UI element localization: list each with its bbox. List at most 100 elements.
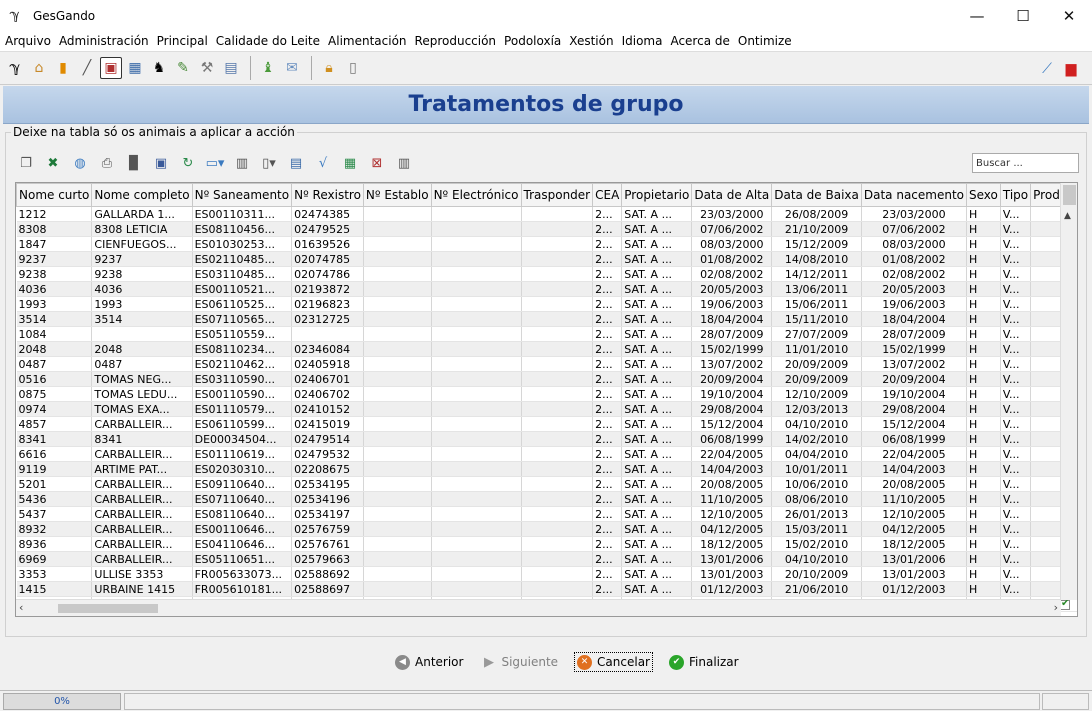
column-header[interactable]: Sexo xyxy=(966,183,1001,207)
tools-icon[interactable]: ⚒ xyxy=(196,57,218,79)
menu-calidade-leite[interactable]: Calidade do Leite xyxy=(216,34,320,48)
table-row[interactable]: 3353 ULLISE 3353 FR005633073... 02588692 2..… xyxy=(16,566,1077,582)
table-row[interactable]: 0516 TOMAS NEG... ES03110590... 02406701 2..… xyxy=(16,371,1077,387)
table-row[interactable]: 1847 CIENFUEGOS... ES01030253... 01639526 2.… xyxy=(16,236,1077,252)
maximize-button[interactable]: ☐ xyxy=(1000,0,1046,31)
excel-icon[interactable]: ✖ xyxy=(42,152,64,174)
vertical-scrollbar[interactable]: ▲ xyxy=(1060,183,1077,600)
logo-tool-icon[interactable]: ℽ xyxy=(4,57,26,79)
document-icon[interactable]: ▉ xyxy=(123,152,145,174)
column-header[interactable]: Data nacemento xyxy=(860,183,968,207)
scroll-left-arrow-icon[interactable]: ‹ xyxy=(19,601,23,614)
finish-button[interactable]: ✔ Finalizar xyxy=(667,652,741,672)
table-row[interactable]: 0487 0487 ES02110462... 02405918 2... SAT. A … xyxy=(16,356,1077,372)
menu-administracion[interactable]: Administración xyxy=(59,34,149,48)
column-header[interactable]: CEA xyxy=(592,183,623,207)
columns-icon[interactable]: ▥ xyxy=(231,152,253,174)
menu-arquivo[interactable]: Arquivo xyxy=(5,34,51,48)
menu-reproduccion[interactable]: Reproducción xyxy=(415,34,497,48)
table-cell xyxy=(431,221,522,237)
card-icon[interactable]: ▤ xyxy=(220,57,242,79)
table-cell: 02406702 xyxy=(291,386,364,402)
exit-icon[interactable]: ▯ xyxy=(342,57,364,79)
horizontal-scrollbar[interactable]: ‹ › xyxy=(16,599,1061,616)
menu-alimentacion[interactable]: Alimentación xyxy=(328,34,407,48)
syringe-icon[interactable]: ╱ xyxy=(76,57,98,79)
grid-export-icon[interactable]: ▦ xyxy=(339,152,361,174)
menu-principal[interactable]: Principal xyxy=(157,34,208,48)
table-row[interactable]: 6616 CARBALLEIR... ES01110619... 02479532 2.… xyxy=(16,446,1077,462)
notes-icon[interactable]: ✎ xyxy=(172,57,194,79)
table-row[interactable]: 8308 8308 LETICIA ES08110456... 02479525 2..… xyxy=(16,221,1077,237)
column-header[interactable]: Tipo xyxy=(999,183,1032,207)
bottle-icon[interactable]: ♝ xyxy=(257,57,279,79)
table-row[interactable]: 4857 CARBALLEIR... ES06110599... 02415019 2.… xyxy=(16,416,1077,432)
vertical-scroll-thumb[interactable] xyxy=(1063,185,1076,205)
table-row[interactable]: 6969 CARBALLEIR... ES05110651... 02579663 2.… xyxy=(16,551,1077,567)
menu-podoloxia[interactable]: Podoloxía xyxy=(504,34,561,48)
sqrt-icon[interactable]: √ xyxy=(312,152,334,174)
page-dropdown-icon[interactable]: ▯▾ xyxy=(258,152,280,174)
column-header[interactable]: Propietario xyxy=(621,183,693,207)
alert-icon[interactable]: ▮ xyxy=(52,57,74,79)
column-header[interactable]: Nº Rexistro xyxy=(291,183,364,207)
mail-icon[interactable]: ✉ xyxy=(281,57,303,79)
clear-filter-icon[interactable]: ⊠ xyxy=(366,152,388,174)
calculator-small-icon[interactable]: ▤ xyxy=(285,152,307,174)
chart-dropdown-icon[interactable]: ▭▾ xyxy=(204,152,226,174)
cancel-button[interactable]: ✕ Cancelar xyxy=(574,652,653,672)
column-header[interactable]: Nº Saneamento xyxy=(191,183,293,207)
table-row[interactable]: 9237 9237 ES02110485... 02074785 2... SAT. A … xyxy=(16,251,1077,267)
table-row[interactable]: 8932 CARBALLEIR... ES00110646... 02576759 2.… xyxy=(16,521,1077,537)
table-row[interactable]: 3514 3514 ES07110565... 02312725 2... SAT. A … xyxy=(16,311,1077,327)
column-header[interactable]: Nº Establo xyxy=(362,183,432,207)
back-button[interactable]: ◀ Anterior xyxy=(393,652,465,672)
table-row[interactable]: 4036 4036 ES00110521... 02193872 2... SAT. A … xyxy=(16,281,1077,297)
table-row[interactable]: 1993 1993 ES06110525... 02196823 2... SAT. A … xyxy=(16,296,1077,312)
calendar-icon[interactable]: ▦ xyxy=(124,57,146,79)
menu-xestion[interactable]: Xestión xyxy=(569,34,613,48)
column-header[interactable]: Data de Baixa xyxy=(771,183,862,207)
barcode-icon[interactable]: ▥ xyxy=(393,152,415,174)
search-input[interactable] xyxy=(972,153,1079,173)
save-icon[interactable]: ▣ xyxy=(150,152,172,174)
menu-acerca-de[interactable]: Acerca de xyxy=(670,34,729,48)
table-row[interactable]: 5436 CARBALLEIR... ES07110640... 02534196 2.… xyxy=(16,491,1077,507)
table-row[interactable]: 1212 GALLARDA 1... ES00110311... 02474385 2.… xyxy=(16,206,1077,222)
minimize-button[interactable]: — xyxy=(954,0,1000,31)
globe-icon[interactable]: ◍ xyxy=(69,152,91,174)
table-row[interactable]: 9119 ARTIME PAT... ES02030310... 02208675 2.… xyxy=(16,461,1077,477)
scroll-right-arrow-icon[interactable]: › xyxy=(1054,601,1058,614)
column-header[interactable]: Nº Electrónico xyxy=(430,183,522,207)
column-header[interactable]: Nome completo xyxy=(91,183,193,207)
menu-idioma[interactable]: Idioma xyxy=(622,34,663,48)
close-button[interactable]: ✕ xyxy=(1046,0,1092,31)
lock-icon[interactable]: 🔒︎ xyxy=(318,57,340,79)
scroll-up-arrow-icon[interactable]: ▲ xyxy=(1064,211,1071,221)
flag-spain-icon[interactable]: ▆ xyxy=(1060,58,1082,80)
table-row[interactable]: 2048 2048 ES08110234... 02346084 2... SAT. A … xyxy=(16,341,1077,357)
checkbox-checked-icon[interactable] xyxy=(1059,598,1070,610)
table-row[interactable]: 1415 URBAINE 1415 FR005610181... 02588697 2.… xyxy=(16,581,1077,597)
column-header[interactable]: Data de Alta xyxy=(691,183,773,207)
home-icon[interactable]: ⌂ xyxy=(28,57,50,79)
calculator-icon[interactable]: ▣ xyxy=(100,57,122,79)
table-row[interactable]: 5437 CARBALLEIR... ES08110640... 02534197 2.… xyxy=(16,506,1077,522)
column-header[interactable]: Trasponder xyxy=(520,183,594,207)
table-row[interactable]: 8936 CARBALLEIR... ES04110646... 02576761 2.… xyxy=(16,536,1077,552)
cow-icon[interactable]: ♞ xyxy=(148,57,170,79)
table-row[interactable]: 1084 ES05110559... 2... SAT. A ... 28/07/200… xyxy=(16,326,1077,342)
table-row[interactable]: 5201 CARBALLEIR... ES09110640... 02534195 2.… xyxy=(16,476,1077,492)
table-row[interactable]: 0875 TOMAS LEDU... ES00110590... 02406702 2.… xyxy=(16,386,1077,402)
copy-icon[interactable]: ❐ xyxy=(15,152,37,174)
next-button[interactable]: ▶ Siguiente xyxy=(479,652,560,672)
menu-ontimize[interactable]: Ontimize xyxy=(738,34,792,48)
wand-icon[interactable]: ⟋ xyxy=(1036,58,1058,80)
table-row[interactable]: 0974 TOMAS EXA... ES01110579... 02410152 2..… xyxy=(16,401,1077,417)
table-row[interactable]: 9238 9238 ES03110485... 02074786 2... SAT. A … xyxy=(16,266,1077,282)
column-header[interactable]: Nome curto xyxy=(16,183,93,207)
print-icon[interactable]: ⎙ xyxy=(96,152,118,174)
table-row[interactable]: 8341 8341 DE00034504... 02479514 2... SAT. A … xyxy=(16,431,1077,447)
refresh-sheet-icon[interactable]: ↻ xyxy=(177,152,199,174)
horizontal-scroll-thumb[interactable] xyxy=(58,604,158,613)
